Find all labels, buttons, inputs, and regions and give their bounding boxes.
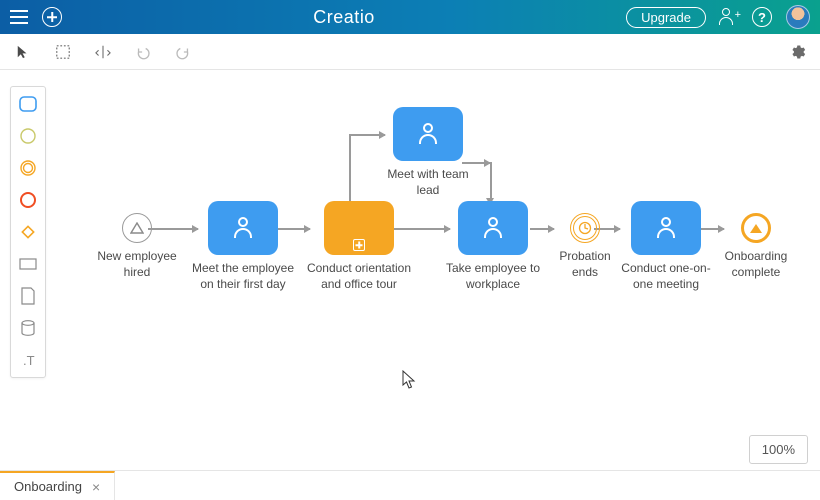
close-icon[interactable]: × (92, 479, 100, 495)
tab-label: Onboarding (14, 479, 82, 494)
flow-line (490, 162, 492, 202)
pan-tool[interactable] (94, 43, 112, 61)
subprocess-marker-icon (353, 239, 365, 251)
flow-line (349, 134, 351, 202)
tab-bar: Onboarding × (0, 470, 820, 500)
node-label: Conduct one-on-one meeting (614, 261, 718, 292)
subprocess-orientation[interactable] (324, 201, 394, 255)
user-task-take-to-workplace[interactable] (458, 201, 528, 255)
add-user-icon[interactable]: + (720, 8, 738, 26)
undo-button[interactable] (134, 43, 152, 61)
settings-icon[interactable] (788, 43, 806, 61)
avatar[interactable] (786, 5, 810, 29)
timer-event[interactable] (570, 213, 600, 243)
cursor-icon (402, 370, 416, 390)
node-label: Meet the employee on their first day (188, 261, 298, 292)
node-label: New employee hired (92, 249, 182, 280)
menu-icon[interactable] (10, 10, 28, 24)
node-label: Onboarding complete (714, 249, 798, 280)
node-label: Take employee to workplace (438, 261, 548, 292)
pointer-tool[interactable] (14, 43, 32, 61)
redo-button[interactable] (174, 43, 192, 61)
app-logo: Creatio (313, 7, 375, 28)
user-task-meet-employee[interactable] (208, 201, 278, 255)
node-label: Probation ends (550, 249, 620, 280)
process-canvas[interactable]: New employee hired Meet the employee on … (0, 70, 820, 470)
tab-onboarding[interactable]: Onboarding × (0, 471, 115, 500)
user-task-one-on-one[interactable] (631, 201, 701, 255)
selection-tool[interactable] (54, 43, 72, 61)
node-label: Conduct orientation and office tour (304, 261, 414, 292)
user-task-meet-team-lead[interactable] (393, 107, 463, 161)
add-icon[interactable] (42, 7, 62, 27)
zoom-level[interactable]: 100% (749, 435, 808, 464)
upgrade-button[interactable]: Upgrade (626, 7, 706, 28)
end-event[interactable] (741, 213, 771, 243)
node-label: Meet with team lead (378, 167, 478, 198)
start-event[interactable] (122, 213, 152, 243)
help-icon[interactable]: ? (752, 7, 772, 27)
